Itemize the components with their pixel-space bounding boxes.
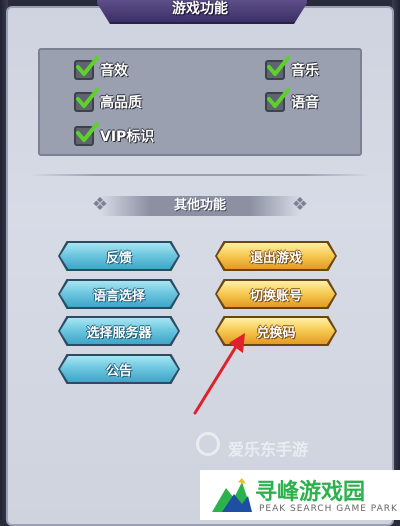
watermark-icon (196, 432, 220, 456)
pointer-arrow-icon (193, 333, 245, 415)
mountain-logo-icon (212, 478, 252, 512)
checkbox-sound-effects[interactable] (74, 56, 99, 80)
toggle-sound-effects[interactable]: 音效 (74, 56, 128, 80)
checkmark-icon (76, 88, 99, 108)
checkbox-high-quality[interactable] (74, 88, 99, 112)
exit-game-button[interactable]: 退出游戏 (217, 243, 335, 269)
toggle-label: 高品质 (100, 95, 142, 111)
toggle-label: VIP标识 (100, 129, 155, 145)
section-divider (30, 174, 370, 176)
checkmark-icon (76, 122, 99, 142)
logo-title: 寻峰游戏园 (255, 480, 366, 505)
toggle-label: 音乐 (291, 63, 319, 79)
checkmark-icon (267, 88, 290, 108)
toggle-vip-badge[interactable]: VIP标识 (74, 122, 155, 146)
section-title: 其他功能 (173, 198, 226, 213)
toggle-label: 语音 (291, 95, 319, 111)
watermark-text: 爱乐东手游 (228, 440, 309, 459)
select-server-button[interactable]: 选择服务器 (60, 318, 178, 344)
page-title: 游戏功能 (172, 1, 228, 17)
checkmark-icon (267, 56, 290, 76)
toggle-voice[interactable]: 语音 (265, 88, 319, 112)
toggle-music[interactable]: 音乐 (265, 56, 319, 80)
checkbox-voice[interactable] (265, 88, 290, 112)
language-select-button[interactable]: 语言选择 (60, 281, 178, 307)
logo-subtitle: PEAK SEARCH GAME PARK (259, 504, 398, 514)
notice-button[interactable]: 公告 (60, 356, 178, 382)
feedback-button[interactable]: 反馈 (60, 243, 178, 269)
checkbox-vip-badge[interactable] (74, 122, 99, 146)
toggle-label: 音效 (100, 63, 128, 79)
switch-account-button[interactable]: 切换账号 (217, 281, 335, 307)
checkbox-music[interactable] (265, 56, 290, 80)
toggle-high-quality[interactable]: 高品质 (74, 88, 142, 112)
checkmark-icon (76, 56, 99, 76)
